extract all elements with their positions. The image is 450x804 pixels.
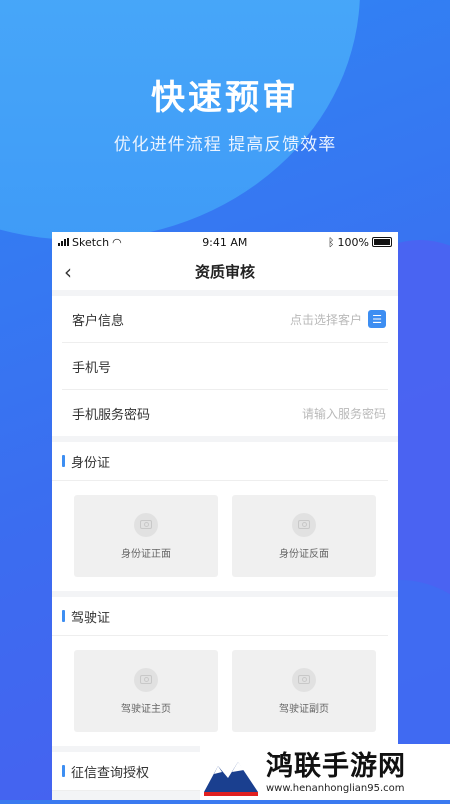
nav-bar: ‹ 资质审核	[52, 252, 398, 290]
battery-icon	[371, 237, 392, 247]
background-blob	[0, 0, 360, 240]
info-form: 客户信息 点击选择客户 ☰ 手机号 手机服务密码 请输入服务密码	[52, 296, 398, 436]
upload-tile-id-front[interactable]: 身份证正面	[74, 495, 218, 577]
status-time: 9:41 AM	[202, 235, 248, 249]
upload-tile-license-main[interactable]: 驾驶证主页	[74, 650, 218, 732]
section-title: 驾驶证	[71, 610, 111, 626]
section-marker	[62, 610, 65, 622]
tile-label: 驾驶证主页	[121, 703, 171, 715]
driver-license-section: 驾驶证 驾驶证主页 驾驶证副页	[52, 597, 398, 746]
customer-info-row[interactable]: 客户信息 点击选择客户 ☰	[62, 296, 388, 343]
customer-info-label: 客户信息	[72, 313, 125, 329]
bluetooth-icon: ᛒ	[327, 235, 335, 249]
camera-icon	[292, 667, 316, 692]
phone-number-label: 手机号	[72, 360, 112, 376]
service-password-row[interactable]: 手机服务密码 请输入服务密码	[62, 390, 388, 436]
customer-select-placeholder: 点击选择客户	[289, 312, 362, 327]
camera-icon	[134, 667, 158, 692]
phone-screen: Sketch ◠ 9:41 AM ᛒ 100% ‹ 资质审核 客户信息 点击选择…	[52, 232, 398, 800]
section-marker	[62, 455, 65, 467]
chevron-left-icon[interactable]: ‹	[64, 260, 72, 284]
bull-logo-icon	[200, 744, 262, 800]
tile-label: 身份证正面	[121, 548, 171, 560]
status-bar: Sketch ◠ 9:41 AM ᛒ 100%	[52, 232, 398, 252]
hero-title: 快速预审	[151, 78, 299, 118]
upload-tile-license-secondary[interactable]: 驾驶证副页	[232, 650, 376, 732]
site-watermark: 鸿联手游网 www.henanhonglian95.com	[200, 744, 450, 800]
battery-percent: 100%	[337, 235, 369, 249]
camera-icon	[292, 512, 316, 537]
service-password-input[interactable]: 请输入服务密码	[302, 405, 386, 422]
upload-tile-id-back[interactable]: 身份证反面	[232, 495, 376, 577]
tile-label: 驾驶证副页	[279, 703, 329, 715]
watermark-title: 鸿联手游网	[266, 750, 406, 782]
phone-number-row[interactable]: 手机号	[62, 343, 388, 390]
carrier-label: Sketch	[72, 235, 110, 249]
page-title: 资质审核	[194, 262, 255, 281]
contact-card-icon[interactable]: ☰	[368, 310, 386, 328]
watermark-url: www.henanhonglian95.com	[266, 782, 405, 794]
tile-label: 身份证反面	[279, 548, 329, 560]
section-marker	[62, 765, 65, 777]
wifi-icon: ◠	[112, 235, 122, 249]
hero-subtitle: 优化进件流程 提高反馈效率	[113, 135, 337, 155]
section-title: 身份证	[71, 455, 111, 471]
section-title: 征信查询授权	[71, 765, 150, 781]
id-card-section: 身份证 身份证正面 身份证反面	[52, 442, 398, 591]
signal-icon	[58, 238, 69, 246]
service-password-label: 手机服务密码	[72, 407, 151, 423]
camera-icon	[134, 512, 158, 537]
